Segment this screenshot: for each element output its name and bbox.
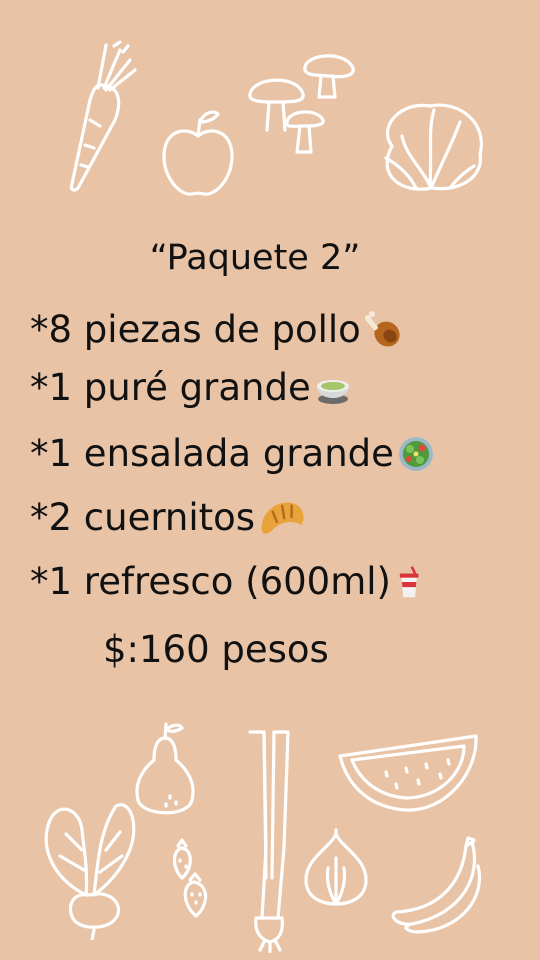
menu-item-salad: *1 ensalada grande [30,426,436,482]
price-label: $:160 pesos [103,628,329,671]
apple-icon [162,110,234,196]
package-title: “Paquete 2” [149,238,361,278]
menu-item-chicken: *8 piezas de pollo [30,302,403,358]
menu-item-soda: *1 refresco (600ml) [30,554,427,610]
chicken-leg-icon [364,311,400,347]
croissant-icon [261,502,304,534]
menu-item-label: *2 cuernitos [30,496,256,539]
menu-item-label: *1 puré grande [30,366,311,409]
bananas-icon [391,836,481,934]
beet-leaves-icon [44,803,136,940]
menu-item-croissant: *2 cuernitos [30,490,307,546]
mushrooms-icon [248,54,355,154]
soda-cup-icon [399,566,419,598]
menu-item-label: *1 ensalada grande [30,432,394,475]
leek-icon [248,730,290,953]
cabbage-icon [384,103,483,191]
salad-icon [398,437,433,471]
mashed-bowl-icon [316,380,349,404]
carrot-icon [69,40,137,192]
menu-item-label: *1 refresco (600ml) [30,560,391,603]
onion-icon [304,828,368,906]
menu-item-mashed: *1 puré grande [30,360,353,416]
watermelon-icon [338,734,478,812]
strawberries-icon [172,838,208,918]
menu-item-label: *8 piezas de pollo [30,308,361,351]
